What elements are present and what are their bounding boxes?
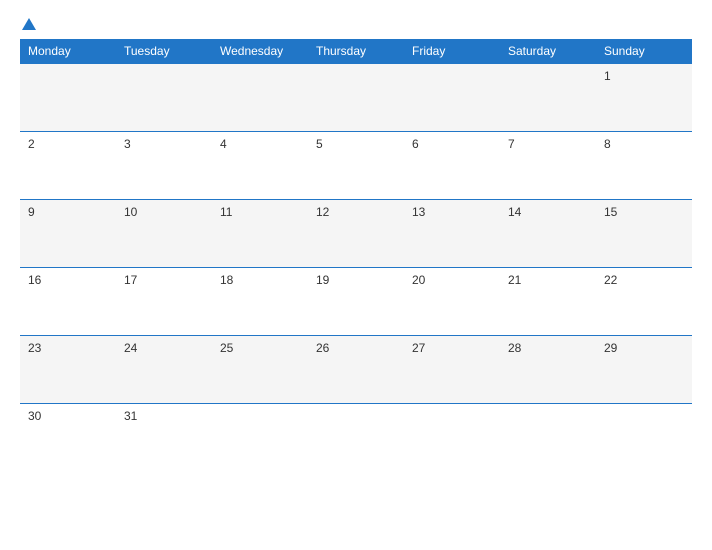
day-cell	[404, 64, 500, 132]
day-cell: 23	[20, 336, 116, 404]
day-cell: 25	[212, 336, 308, 404]
day-cell: 29	[596, 336, 692, 404]
calendar-table: MondayTuesdayWednesdayThursdayFridaySatu…	[20, 39, 692, 472]
day-cell: 13	[404, 200, 500, 268]
day-cell	[116, 64, 212, 132]
day-cell: 16	[20, 268, 116, 336]
day-cell: 11	[212, 200, 308, 268]
day-cell: 17	[116, 268, 212, 336]
day-cell: 8	[596, 132, 692, 200]
day-number: 12	[316, 205, 329, 219]
week-row-6: 30 31	[20, 404, 692, 472]
day-number: 9	[28, 205, 35, 219]
day-number: 23	[28, 341, 41, 355]
day-cell: 24	[116, 336, 212, 404]
day-cell: 27	[404, 336, 500, 404]
weekday-header-wednesday: Wednesday	[212, 39, 308, 64]
day-number: 5	[316, 137, 323, 151]
day-number: 31	[124, 409, 137, 423]
day-number: 17	[124, 273, 137, 287]
weekday-header-thursday: Thursday	[308, 39, 404, 64]
day-number: 7	[508, 137, 515, 151]
day-number: 29	[604, 341, 617, 355]
weekday-header-saturday: Saturday	[500, 39, 596, 64]
week-row-3: 9 10 11 12 13 14 15	[20, 200, 692, 268]
day-number: 3	[124, 137, 131, 151]
day-cell: 20	[404, 268, 500, 336]
day-number: 15	[604, 205, 617, 219]
day-cell: 19	[308, 268, 404, 336]
day-number: 14	[508, 205, 521, 219]
day-cell	[404, 404, 500, 472]
day-number: 28	[508, 341, 521, 355]
day-cell	[308, 404, 404, 472]
day-number: 2	[28, 137, 35, 151]
day-cell: 10	[116, 200, 212, 268]
logo-general-text	[20, 18, 36, 29]
week-row-2: 2 3 4 5 6 7 8	[20, 132, 692, 200]
week-row-1: 1	[20, 64, 692, 132]
day-cell: 18	[212, 268, 308, 336]
day-cell: 12	[308, 200, 404, 268]
day-number: 6	[412, 137, 419, 151]
day-number: 27	[412, 341, 425, 355]
day-cell: 5	[308, 132, 404, 200]
day-cell: 3	[116, 132, 212, 200]
day-cell	[20, 64, 116, 132]
day-number: 11	[220, 205, 232, 219]
day-number: 26	[316, 341, 329, 355]
day-number: 10	[124, 205, 137, 219]
day-cell: 7	[500, 132, 596, 200]
day-cell: 28	[500, 336, 596, 404]
day-cell: 14	[500, 200, 596, 268]
day-cell: 2	[20, 132, 116, 200]
day-cell	[500, 404, 596, 472]
weekday-header-sunday: Sunday	[596, 39, 692, 64]
day-number: 16	[28, 273, 41, 287]
day-number: 25	[220, 341, 233, 355]
day-cell	[596, 404, 692, 472]
weekday-header-tuesday: Tuesday	[116, 39, 212, 64]
day-cell: 9	[20, 200, 116, 268]
day-number: 19	[316, 273, 329, 287]
day-cell: 22	[596, 268, 692, 336]
day-cell	[308, 64, 404, 132]
day-cell	[212, 64, 308, 132]
week-row-5: 23 24 25 26 27 28 29	[20, 336, 692, 404]
day-number: 13	[412, 205, 425, 219]
day-cell: 30	[20, 404, 116, 472]
day-number: 1	[604, 69, 611, 83]
calendar-page: MondayTuesdayWednesdayThursdayFridaySatu…	[0, 0, 712, 550]
day-number: 18	[220, 273, 233, 287]
day-cell: 15	[596, 200, 692, 268]
day-cell: 26	[308, 336, 404, 404]
day-cell	[212, 404, 308, 472]
day-cell: 21	[500, 268, 596, 336]
day-cell: 6	[404, 132, 500, 200]
header	[20, 18, 692, 29]
day-cell: 1	[596, 64, 692, 132]
day-cell: 31	[116, 404, 212, 472]
weekday-header-monday: Monday	[20, 39, 116, 64]
day-number: 21	[508, 273, 521, 287]
day-number: 30	[28, 409, 41, 423]
logo	[20, 18, 36, 29]
weekday-header-friday: Friday	[404, 39, 500, 64]
day-number: 20	[412, 273, 425, 287]
weekday-header-row: MondayTuesdayWednesdayThursdayFridaySatu…	[20, 39, 692, 64]
day-number: 24	[124, 341, 137, 355]
country-label	[612, 18, 692, 22]
day-cell: 4	[212, 132, 308, 200]
day-number: 4	[220, 137, 227, 151]
logo-triangle-icon	[22, 18, 36, 30]
day-number: 8	[604, 137, 611, 151]
day-number: 22	[604, 273, 617, 287]
day-cell	[500, 64, 596, 132]
week-row-4: 16 17 18 19 20 21 22	[20, 268, 692, 336]
